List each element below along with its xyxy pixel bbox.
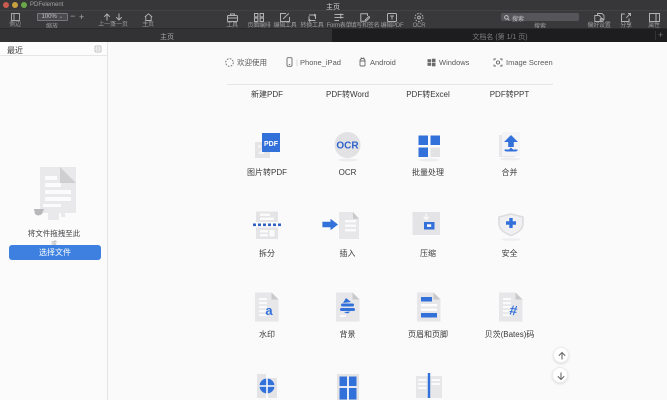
svg-text:a: a [265,303,273,318]
svg-text:PDF: PDF [264,141,279,148]
svg-text:OCR: OCR [336,141,359,152]
